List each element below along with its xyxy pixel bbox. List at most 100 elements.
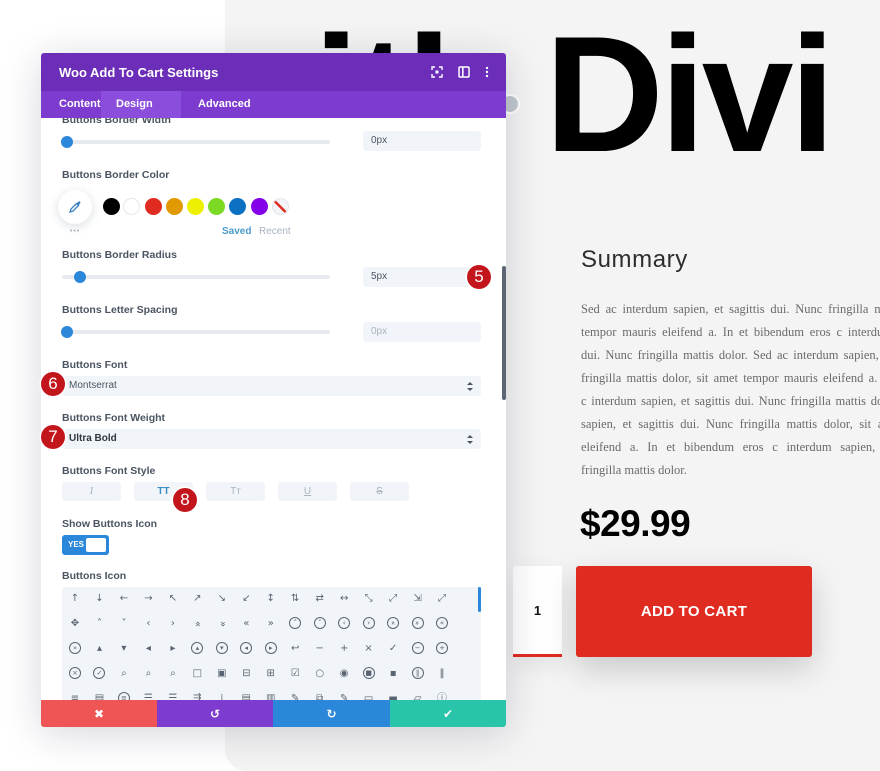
tab-content[interactable]: Content [41,91,101,118]
circle-stop-icon[interactable]: ■ [359,664,379,684]
panel-scrollbar[interactable] [502,266,506,400]
circle-dot-icon[interactable]: ◉ [334,664,354,684]
arrow-diagonal-ne-sw-icon[interactable]: ⤢ [383,589,403,609]
slider-handle[interactable] [61,326,73,338]
arrow-up-left-icon[interactable]: ↖ [163,589,183,609]
triangle-down-icon[interactable]: ▾ [114,639,134,659]
circle-double-left-icon[interactable]: « [432,614,452,634]
note-icon[interactable]: ▤ [236,689,256,700]
color-swatch-blue[interactable] [228,198,246,215]
border-radius-slider[interactable] [62,271,330,283]
triangle-left-icon[interactable]: ◂ [138,639,158,659]
circle-check-icon[interactable]: ✓ [89,664,109,684]
resize-icon[interactable]: ⧉ [310,689,330,700]
arrow-down-left-icon[interactable]: ↙ [236,589,256,609]
redo-button[interactable]: ↻ [273,700,390,727]
font-style-strikethrough-button[interactable]: S [350,482,409,501]
font-style-italic-button[interactable]: I [62,482,121,501]
letter-spacing-input[interactable]: 0px [363,322,481,342]
sliders-horizontal-icon[interactable]: ⇶ [187,689,207,700]
pen-icon[interactable]: ✎ [285,689,305,700]
more-options-icon[interactable] [480,65,494,79]
circle-double-down-icon[interactable]: » [408,614,428,634]
circle-icon[interactable]: ○ [310,664,330,684]
info-icon[interactable]: ⓘ [432,689,452,700]
circle-minus-icon[interactable]: − [408,639,428,659]
arrows-left-right-offset-icon[interactable]: ⇄ [310,589,330,609]
expand-icon[interactable]: ⤢ [432,589,452,609]
folder-open-icon[interactable]: ▱ [408,689,428,700]
arrows-up-down-offset-icon[interactable]: ⇅ [285,589,305,609]
font-style-underline-button[interactable]: U [278,482,337,501]
compress-icon[interactable]: ⇲ [408,589,428,609]
save-button[interactable]: ✔ [390,700,506,727]
border-width-input[interactable]: 0px [363,131,481,151]
color-swatch-green[interactable] [207,198,225,215]
square-minus-icon[interactable]: ⊟ [236,664,256,684]
arrow-up-icon[interactable]: ↑ [65,589,85,609]
color-swatch-orange[interactable] [165,198,183,215]
circle-chevron-right-icon[interactable]: › [359,614,379,634]
triangle-up-icon[interactable]: ▴ [89,639,109,659]
square-filled-icon[interactable]: ▣ [212,664,232,684]
circle-menu-icon[interactable]: ≡ [114,689,134,700]
circle-chevron-up-icon[interactable]: ˄ [285,614,305,634]
split-view-icon[interactable] [457,65,471,79]
chevron-up-icon[interactable]: ˄ [89,614,109,634]
letter-spacing-slider[interactable] [61,326,330,338]
square-plus-icon[interactable]: ⊞ [261,664,281,684]
search-icon[interactable]: ⌕ [163,664,183,684]
arrow-down-icon[interactable]: ↓ [89,589,109,609]
pen-diagonal-icon[interactable]: ✎ [334,689,354,700]
circle-double-up-icon[interactable]: « [383,614,403,634]
panel-header[interactable]: Woo Add To Cart Settings [41,53,506,91]
add-to-cart-button[interactable]: ADD TO CART [576,566,812,657]
font-weight-select[interactable]: Ultra Bold [62,429,481,449]
circle-pause-icon[interactable]: ‖ [408,664,428,684]
slider-handle[interactable] [73,271,86,283]
circle-close-icon[interactable]: × [65,664,85,684]
tab-advanced[interactable]: Advanced [181,91,261,118]
circle-triangle-right-icon[interactable]: ▸ [261,639,281,659]
arrow-left-right-icon[interactable]: ↔ [334,589,354,609]
arrow-up-down-icon[interactable]: ↕ [261,589,281,609]
square-check-icon[interactable]: ☑ [285,664,305,684]
arrow-diagonal-nw-se-icon[interactable]: ⤡ [359,589,379,609]
zoom-in-icon[interactable]: ⌕ [138,664,158,684]
color-swatch-purple[interactable] [250,198,268,215]
arrow-left-icon[interactable]: ← [114,589,134,609]
color-swatch-red[interactable] [144,198,162,215]
recent-colors-tab[interactable]: Recent [259,226,291,238]
expand-icon[interactable] [430,65,444,79]
close-icon[interactable]: × [359,639,379,659]
square-icon[interactable]: □ [187,664,207,684]
circle-chevron-down-icon[interactable]: ˅ [310,614,330,634]
color-swatch-black[interactable] [102,198,120,215]
font-select[interactable]: Montserrat [62,376,481,396]
triangle-right-icon[interactable]: ▸ [163,639,183,659]
circle-triangle-up-icon[interactable]: ▴ [187,639,207,659]
undo-button[interactable]: ↺ [157,700,273,727]
more-colors-icon[interactable]: ••• [65,226,85,238]
align-right-icon[interactable]: ☰ [163,689,183,700]
chevron-down-icon[interactable]: ˅ [114,614,134,634]
slider-handle[interactable] [61,136,73,148]
circle-double-right-icon[interactable]: » [65,639,85,659]
circle-triangle-left-icon[interactable]: ◂ [236,639,256,659]
chevron-right-icon[interactable]: › [163,614,183,634]
color-picker-button[interactable] [58,190,92,224]
undo-icon[interactable]: ↩ [285,639,305,659]
double-chevron-right-icon[interactable]: » [261,614,281,634]
circle-chevron-left-icon[interactable]: ‹ [334,614,354,634]
chevron-left-icon[interactable]: ‹ [138,614,158,634]
double-chevron-up-icon[interactable]: « [187,614,207,634]
align-center-icon[interactable]: ☰ [138,689,158,700]
arrow-down-right-icon[interactable]: ↘ [212,589,232,609]
border-width-slider[interactable] [61,136,330,148]
arrow-right-icon[interactable]: → [138,589,158,609]
color-swatch-yellow[interactable] [186,198,204,215]
border-radius-input[interactable]: 5px [363,267,481,287]
stop-icon[interactable]: ▪ [383,664,403,684]
sliders-vertical-icon[interactable]: ⁞ [212,689,232,700]
menu-icon[interactable]: ≡ [65,689,85,700]
